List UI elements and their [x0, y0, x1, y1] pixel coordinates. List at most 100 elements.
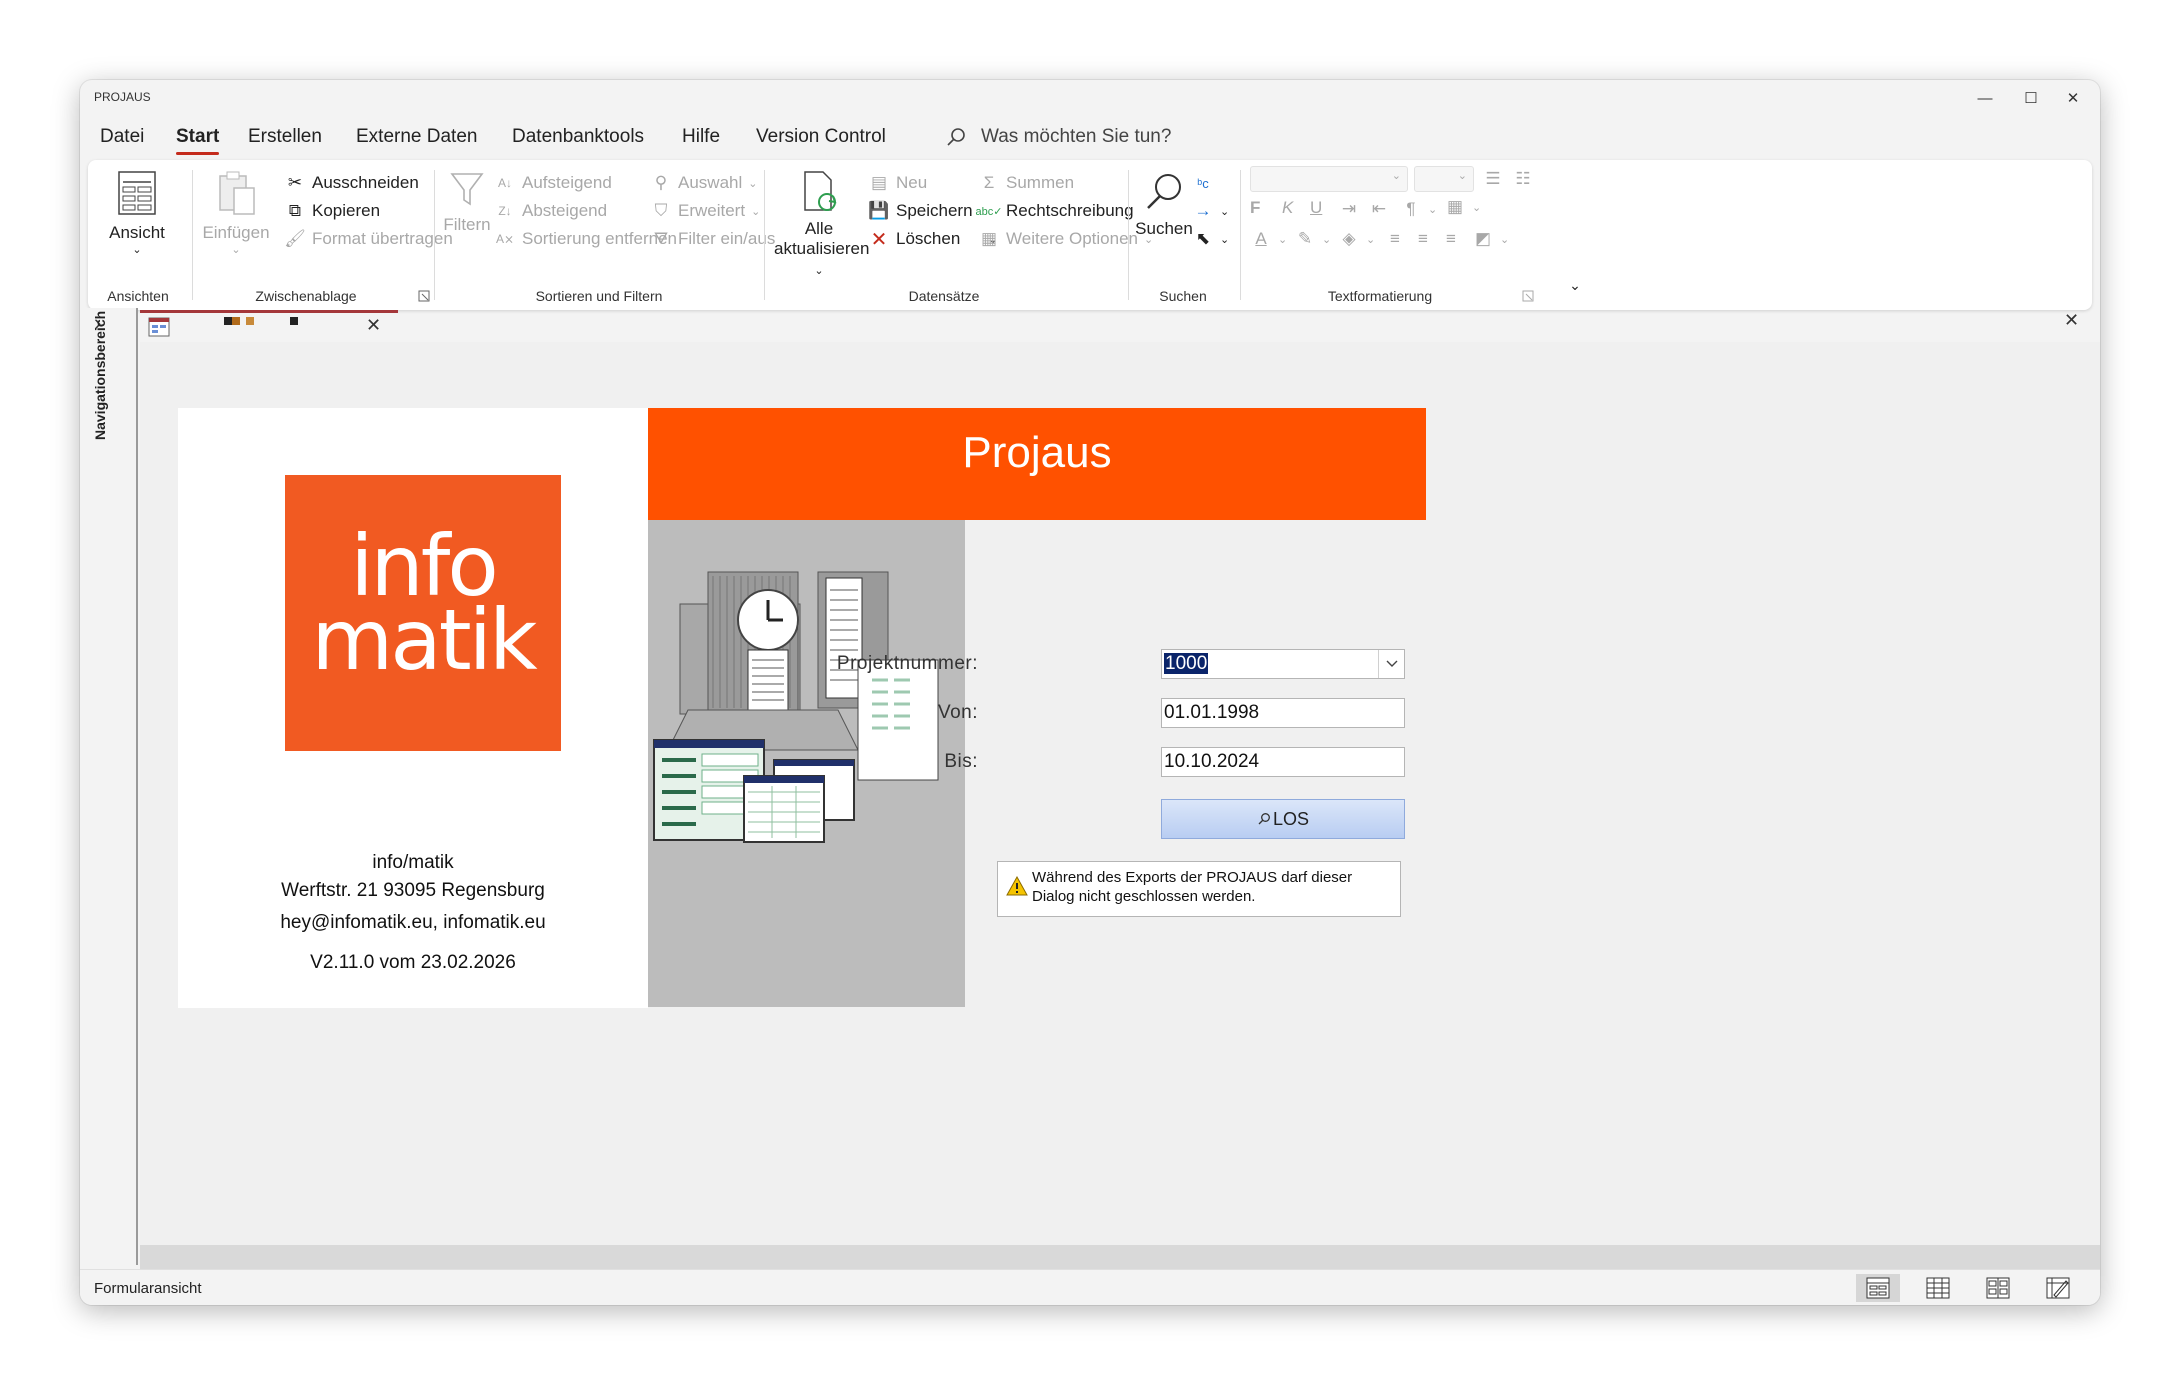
italic-button[interactable]: K: [1282, 198, 1293, 218]
align-right-button[interactable]: ≡: [1440, 228, 1462, 250]
find-icon: [1147, 174, 1181, 209]
align-center-button[interactable]: ≡: [1412, 228, 1434, 250]
close-tab-icon[interactable]: ✕: [366, 315, 381, 336]
auswahl-button[interactable]: ⚲ Auswahl ⌄: [650, 172, 758, 194]
chevron-down-icon[interactable]: [1378, 650, 1404, 678]
indent-increase-icon: ⇥: [1341, 199, 1357, 218]
menu-start[interactable]: Start: [176, 126, 220, 155]
auswaehlen-button[interactable]: ⬉ ⌄: [1192, 228, 1229, 250]
arrow-right-icon: →: [1194, 201, 1212, 220]
paragraph-icon: ¶: [1406, 199, 1416, 218]
suchen-button[interactable]: Suchen: [1134, 170, 1194, 239]
chevron-down-icon: ⌄: [814, 265, 824, 277]
tell-me-search[interactable]: Was möchten Sie tun?: [945, 126, 1171, 148]
layout-view-button[interactable]: [1976, 1274, 2020, 1302]
filter-icon: [450, 173, 484, 206]
neu-button[interactable]: ▤ Neu: [868, 172, 927, 194]
collapse-ribbon-button[interactable]: ⌄: [1564, 274, 1586, 296]
bis-date-field[interactable]: 10.10.2024: [1161, 747, 1405, 777]
filter-einaus-button[interactable]: ⛛ Filter ein/aus: [650, 228, 775, 250]
dialog-launcher-icon[interactable]: [1522, 290, 1534, 302]
bis-label: Bis:: [944, 751, 978, 772]
menu-datenbanktools[interactable]: Datenbanktools: [512, 126, 644, 148]
format-uebertragen-button[interactable]: 🖌 Format übertragen: [284, 228, 453, 250]
alternate-row-color-button[interactable]: ◩ ⌄: [1472, 228, 1509, 250]
delete-icon: ✕: [870, 228, 888, 251]
filtern-button[interactable]: Filtern: [442, 170, 492, 235]
gehe-zu-button[interactable]: → ⌄: [1192, 200, 1230, 222]
indent-increase-button[interactable]: ⇥: [1338, 198, 1360, 220]
advanced-filter-icon: ⛉: [654, 201, 668, 220]
highlight-button[interactable]: ✎ ⌄: [1294, 228, 1331, 250]
navigation-pane[interactable]: › Navigationsbereich: [80, 308, 138, 1265]
aufsteigend-button[interactable]: A↓ Aufsteigend: [494, 172, 612, 194]
close-form-icon[interactable]: ✕: [2064, 310, 2079, 331]
chevron-down-icon: ⌄: [1500, 233, 1510, 246]
chevron-down-icon: ⌄: [751, 205, 761, 218]
design-view-button[interactable]: [2036, 1274, 2080, 1302]
menu-externe-daten[interactable]: Externe Daten: [356, 126, 477, 148]
fill-color-button[interactable]: ◈ ⌄: [1338, 228, 1375, 250]
dialog-launcher-icon[interactable]: [418, 290, 430, 302]
warning-icon: [1006, 876, 1028, 896]
document-tab[interactable]: ✕: [140, 310, 398, 342]
bullets-button[interactable]: ☰: [1482, 168, 1504, 190]
menu-version-control[interactable]: Version Control: [756, 126, 886, 148]
gridlines-button[interactable]: ▦ ⌄: [1444, 196, 1481, 218]
grid-icon: ▦: [1446, 197, 1464, 216]
align-right-icon: ≡: [1446, 229, 1456, 248]
chevron-down-icon: ⌄: [231, 244, 241, 256]
suchen-label: Suchen: [1135, 219, 1193, 238]
ansicht-label: Ansicht: [109, 223, 165, 242]
numbering-button[interactable]: ☷: [1512, 168, 1534, 190]
von-date-field[interactable]: 01.01.1998: [1161, 698, 1405, 728]
ausschneiden-button[interactable]: ✂ Ausschneiden: [284, 172, 419, 194]
einfuegen-button[interactable]: Einfügen ⌄: [198, 170, 274, 256]
align-left-button[interactable]: ≡: [1384, 228, 1406, 250]
form-view-button[interactable]: [1856, 1274, 1900, 1302]
font-size-dropdown[interactable]: ⌄: [1414, 166, 1474, 192]
ersetzen-button[interactable]: ᵇc: [1192, 172, 1214, 194]
kopieren-button[interactable]: ⧉ Kopieren: [284, 200, 380, 222]
font-family-dropdown[interactable]: ⌄: [1250, 166, 1408, 192]
search-icon: [1258, 813, 1270, 825]
row-color-icon: ◩: [1474, 229, 1492, 248]
datasheet-view-icon: [1926, 1277, 1950, 1299]
form-view-icon: [1866, 1277, 1890, 1299]
absteigend-button[interactable]: Z↓ Absteigend: [494, 200, 607, 222]
los-label: LOS: [1272, 808, 1310, 829]
alle-aktualisieren-button[interactable]: Alle aktualisieren ⌄: [774, 170, 870, 279]
bold-button[interactable]: F: [1250, 198, 1260, 218]
underline-button[interactable]: U: [1310, 198, 1322, 218]
erweitert-button[interactable]: ⛉ Erweitert ⌄: [650, 200, 761, 222]
weitere-optionen-button[interactable]: ▦ Weitere Optionen ⌄: [978, 228, 1153, 250]
aktualisieren-label: aktualisieren ⌄: [774, 239, 870, 277]
chevron-down-icon: ⌄: [1220, 233, 1230, 246]
menu-datei[interactable]: Datei: [100, 126, 144, 148]
sum-icon: Σ: [983, 173, 995, 192]
indent-decrease-button[interactable]: ⇤: [1368, 198, 1390, 220]
summen-button[interactable]: Σ Summen: [978, 172, 1074, 194]
font-color-button[interactable]: A ⌄: [1250, 228, 1287, 250]
projektnummer-combo[interactable]: 1000: [1161, 649, 1405, 679]
underline-icon: U: [1310, 198, 1323, 217]
cursor-icon: ⬉: [1195, 229, 1211, 248]
paragraph-direction-button[interactable]: ¶ ⌄: [1400, 198, 1437, 220]
minimize-button[interactable]: —: [1962, 82, 2008, 114]
sort-ascending-icon: A↓: [497, 176, 512, 190]
navigation-pane-label: Navigationsbereich: [92, 310, 108, 440]
menu-hilfe[interactable]: Hilfe: [682, 126, 720, 148]
warning-box: Während des Exports der PROJAUS darf die…: [997, 861, 1401, 917]
maximize-button[interactable]: ☐: [2008, 82, 2054, 114]
los-button[interactable]: LOS: [1161, 799, 1405, 839]
ansicht-button[interactable]: Ansicht ⌄: [102, 170, 172, 256]
close-button[interactable]: ✕: [2050, 82, 2096, 114]
rechtschreibung-button[interactable]: abc✓ Rechtschreibung: [976, 200, 1134, 222]
menu-erstellen[interactable]: Erstellen: [248, 126, 322, 148]
indent-decrease-icon: ⇤: [1371, 199, 1387, 218]
datasheet-view-button[interactable]: [1916, 1274, 1960, 1302]
chevron-down-icon: ⌄: [1428, 203, 1438, 216]
toggle-filter-icon: ⛛: [653, 229, 669, 248]
speichern-button[interactable]: 💾 Speichern: [868, 200, 972, 222]
projektnummer-value: 1000: [1164, 653, 1209, 674]
